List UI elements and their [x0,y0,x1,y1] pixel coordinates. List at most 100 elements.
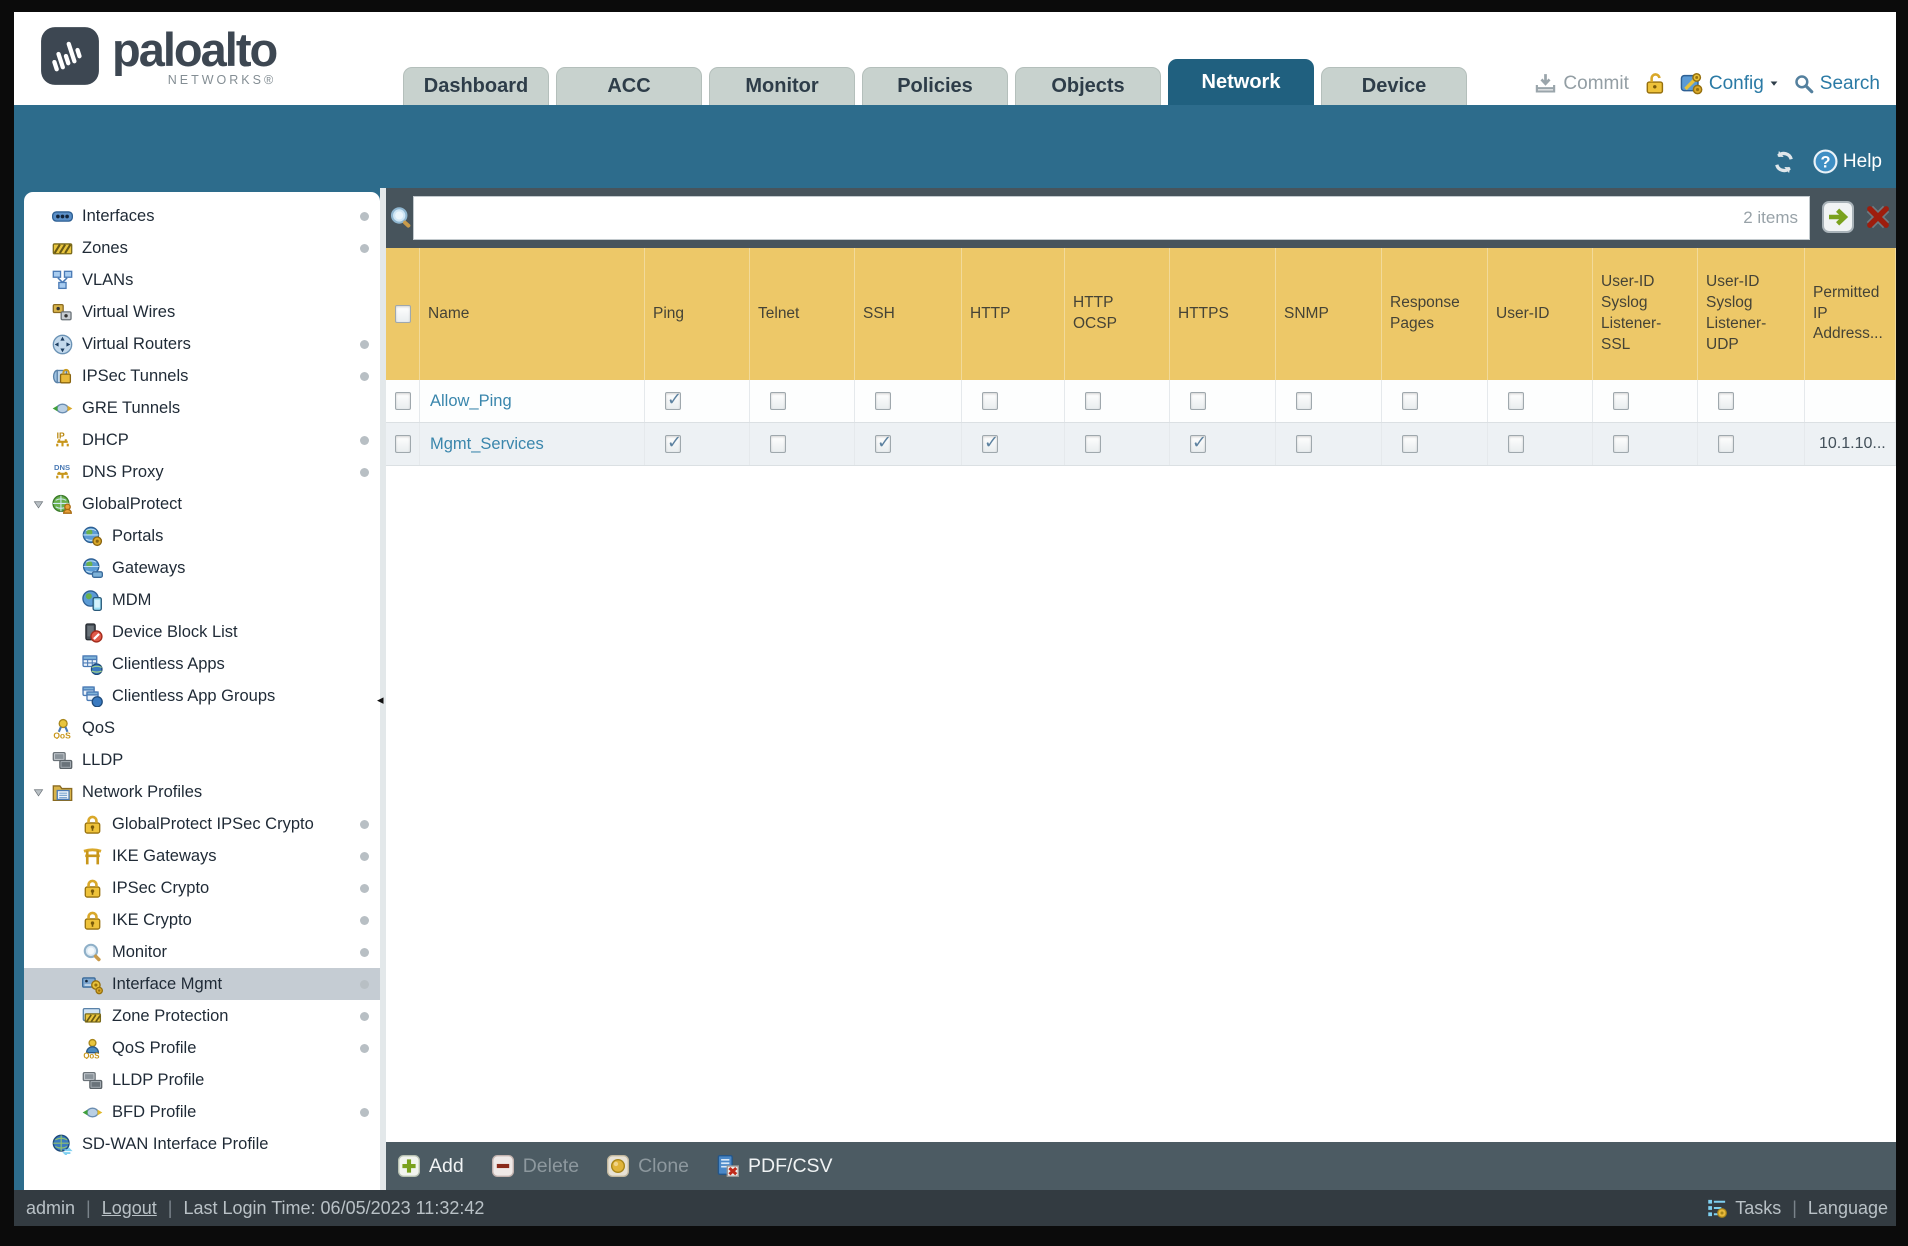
sidebar-item-ike-gateways[interactable]: IKE Gateways [24,840,380,872]
tab-acc[interactable]: ACC [556,67,702,105]
sidebar-item-dns-proxy[interactable]: DNS DNS Proxy [24,456,380,488]
column-header-permitted-ip-address[interactable]: Permitted IP Address... [1805,248,1896,380]
sidebar-item-portals[interactable]: Portals [24,520,380,552]
service-checkbox[interactable] [875,432,892,453]
pdfcsv-button[interactable]: PDF/CSV [717,1155,833,1178]
column-header-user-id-syslog-listener-udp[interactable]: User-ID Syslog Listener-UDP [1698,248,1805,380]
service-checkbox[interactable] [1508,435,1524,453]
sidebar-item-ipsec-tunnels[interactable]: IPSec Tunnels [24,360,380,392]
column-header-https[interactable]: HTTPS [1170,248,1276,380]
language-button[interactable]: Language [1808,1198,1888,1219]
sidebar-item-interfaces[interactable]: Interfaces [24,200,380,232]
tab-dashboard[interactable]: Dashboard [403,67,549,105]
delete-button[interactable]: Delete [491,1155,579,1178]
select-all-checkbox[interactable] [394,305,411,323]
service-checkbox[interactable] [1190,392,1206,410]
sidebar-item-globalprotect[interactable]: GlobalProtect [24,488,380,520]
expander-icon[interactable] [32,787,45,798]
row-select-checkbox[interactable] [394,392,411,410]
service-checkbox[interactable] [982,392,998,410]
search-button[interactable]: Search [1820,73,1880,95]
sidebar-item-clientless-app-groups[interactable]: Clientless App Groups [24,680,380,712]
service-checkbox[interactable] [1718,435,1734,453]
sidebar-item-virtual-wires[interactable]: Virtual Wires [24,296,380,328]
sidebar-item-sd-wan-interface-profile[interactable]: SD-WAN Interface Profile [24,1128,380,1160]
service-checkbox[interactable] [665,389,682,410]
help-label[interactable]: Help [1843,151,1882,173]
sidebar-item-gre-tunnels[interactable]: GRE Tunnels [24,392,380,424]
sidebar-item-zones[interactable]: Zones [24,232,380,264]
column-header-http-ocsp[interactable]: HTTP OCSP [1065,248,1170,380]
clear-filter-button[interactable] [1865,204,1891,230]
service-checkbox[interactable] [1085,435,1101,453]
column-header-response-pages[interactable]: Response Pages [1382,248,1488,380]
sidebar-item-dhcp[interactable]: IP DHCP [24,424,380,456]
tab-policies[interactable]: Policies [862,67,1008,105]
column-header-name[interactable]: Name [420,248,645,380]
service-checkbox[interactable] [1613,435,1629,453]
column-header-http[interactable]: HTTP [962,248,1065,380]
service-checkbox[interactable] [1402,392,1418,410]
sidebar-item-vlans[interactable]: VLANs [24,264,380,296]
service-checkbox[interactable] [770,435,786,453]
sidebar-item-zone-protection[interactable]: Zone Protection [24,1000,380,1032]
sidebar-item-mdm[interactable]: MDM [24,584,380,616]
service-checkbox[interactable] [1718,392,1734,410]
sidebar-item-gateways[interactable]: Gateways [24,552,380,584]
collapse-sidebar-icon[interactable]: ◂ [377,693,384,708]
service-checkbox[interactable] [1296,435,1312,453]
service-checkbox[interactable] [1296,392,1312,410]
add-button[interactable]: Add [398,1155,464,1178]
caret-down-icon[interactable] [1768,79,1780,88]
sidebar-item-lldp[interactable]: LLDP [24,744,380,776]
apply-filter-button[interactable] [1822,201,1854,233]
tab-network[interactable]: Network [1168,59,1314,105]
row-select-checkbox[interactable] [394,435,411,453]
sidebar-item-qos[interactable]: QoS QoS [24,712,380,744]
column-header-user-id-syslog-listener-ssl[interactable]: User-ID Syslog Listener-SSL [1593,248,1698,380]
refresh-icon[interactable] [1771,150,1797,174]
service-checkbox[interactable] [665,432,682,453]
service-checkbox[interactable] [1085,392,1101,410]
sidebar-item-bfd-profile[interactable]: BFD Profile [24,1096,380,1128]
service-checkbox[interactable] [875,392,891,410]
column-header-user-id[interactable]: User-ID [1488,248,1593,380]
main-content: 2 items Name Ping Telnet SSH HTTP HTTP OCSP HT… [386,188,1896,1190]
service-checkbox[interactable] [1508,392,1524,410]
clone-icon [607,1155,630,1177]
sidebar-item-ike-crypto[interactable]: IKE Crypto [24,904,380,936]
sidebar-item-globalprotect-ipsec-crypto[interactable]: GlobalProtect IPSec Crypto [24,808,380,840]
column-header-snmp[interactable]: SNMP [1276,248,1382,380]
service-checkbox[interactable] [1613,392,1629,410]
sidebar-item-virtual-routers[interactable]: Virtual Routers [24,328,380,360]
tab-monitor[interactable]: Monitor [709,67,855,105]
column-header-telnet[interactable]: Telnet [750,248,855,380]
logout-link[interactable]: Logout [102,1198,157,1219]
sidebar-item-monitor[interactable]: Monitor [24,936,380,968]
sidebar-item-device-block-list[interactable]: Device Block List [24,616,380,648]
commit-button[interactable]: Commit [1563,73,1628,95]
help-icon[interactable]: ? [1813,149,1838,174]
tasks-button[interactable]: Tasks [1735,1198,1781,1219]
clone-button[interactable]: Clone [607,1155,689,1178]
tab-objects[interactable]: Objects [1015,67,1161,105]
sidebar-item-lldp-profile[interactable]: LLDP Profile [24,1064,380,1096]
service-checkbox[interactable] [1190,432,1207,453]
service-checkbox[interactable] [1402,435,1418,453]
profile-link-allow-ping[interactable]: Allow_Ping [430,392,512,411]
service-checkbox[interactable] [982,432,999,453]
column-header-ssh[interactable]: SSH [855,248,962,380]
config-button[interactable]: Config [1709,73,1764,95]
sidebar-item-qos-profile[interactable]: QoS QoS Profile [24,1032,380,1064]
column-header-ping[interactable]: Ping [645,248,750,380]
filter-input[interactable] [413,196,1810,240]
sidebar-item-clientless-apps[interactable]: Clientless Apps [24,648,380,680]
service-checkbox[interactable] [770,392,786,410]
lock-icon[interactable] [1643,72,1666,95]
expander-icon[interactable] [32,499,45,510]
sidebar-item-ipsec-crypto[interactable]: IPSec Crypto [24,872,380,904]
profile-link-mgmt-services[interactable]: Mgmt_Services [430,435,544,454]
tab-device[interactable]: Device [1321,67,1467,105]
sidebar-item-network-profiles[interactable]: Network Profiles [24,776,380,808]
sidebar-item-interface-mgmt[interactable]: Interface Mgmt [24,968,380,1000]
